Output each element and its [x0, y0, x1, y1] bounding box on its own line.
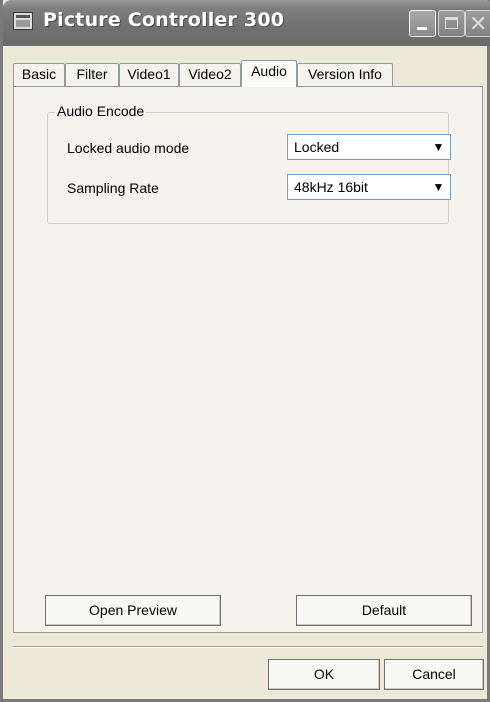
locked-audio-mode-label: Locked audio mode: [67, 140, 190, 156]
dialog-window: Picture Controller 300 ✕ Basic Filter Vi…: [0, 0, 490, 702]
tab-video2[interactable]: Video2: [179, 63, 241, 86]
cancel-button[interactable]: Cancel: [384, 659, 484, 690]
chevron-down-icon[interactable]: ▼: [428, 176, 449, 198]
chevron-down-icon[interactable]: ▼: [428, 136, 449, 158]
open-preview-button[interactable]: Open Preview: [45, 595, 221, 626]
sampling-rate-value: 48kHz 16bit: [294, 179, 368, 195]
tab-version-info[interactable]: Version Info: [297, 63, 393, 86]
close-icon: ✕: [469, 11, 488, 36]
sampling-rate-label: Sampling Rate: [67, 180, 159, 196]
tab-video1[interactable]: Video1: [119, 63, 179, 86]
ok-button[interactable]: OK: [268, 659, 380, 690]
tab-basic[interactable]: Basic: [13, 63, 65, 86]
tab-strip: Basic Filter Video1 Video2 Audio Version…: [13, 60, 483, 87]
locked-audio-mode-value: Locked: [294, 139, 340, 155]
app-window-icon[interactable]: [13, 12, 33, 30]
minimize-icon: [417, 27, 427, 30]
sampling-rate-select[interactable]: 48kHz 16bit ▼: [287, 174, 451, 200]
close-button[interactable]: ✕: [465, 10, 490, 37]
footer-separator-highlight: [13, 647, 483, 648]
title-bar[interactable]: Picture Controller 300 ✕: [3, 0, 490, 46]
locked-audio-mode-select[interactable]: Locked ▼: [287, 134, 451, 160]
tab-filter[interactable]: Filter: [65, 63, 119, 86]
default-button[interactable]: Default: [296, 595, 472, 626]
audio-encode-group: [47, 112, 449, 224]
window-title: Picture Controller 300: [43, 9, 285, 31]
audio-encode-group-label: Audio Encode: [55, 102, 147, 120]
maximize-icon: [445, 17, 458, 29]
maximize-button[interactable]: [438, 10, 465, 37]
minimize-button[interactable]: [409, 10, 436, 37]
tab-audio[interactable]: Audio: [241, 60, 297, 87]
